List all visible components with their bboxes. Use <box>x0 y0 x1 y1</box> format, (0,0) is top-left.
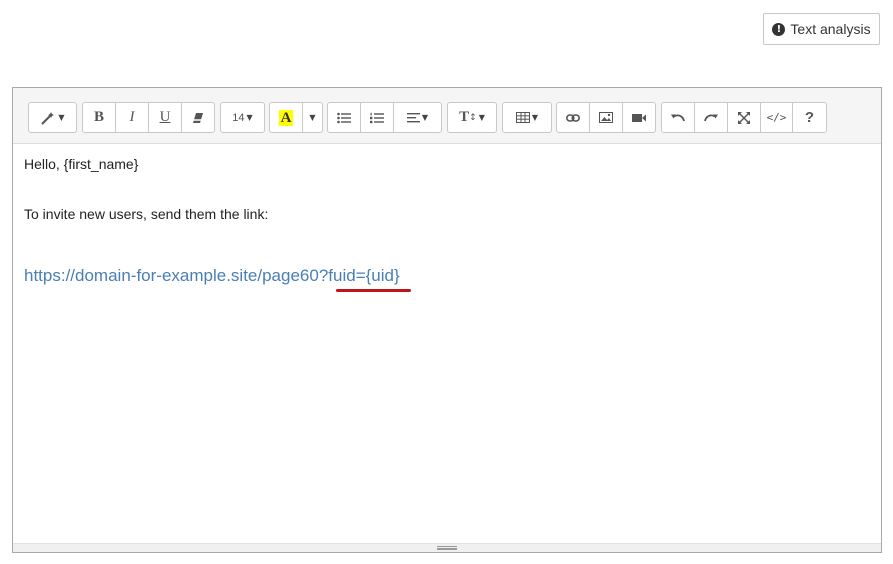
font-size-group: 14 ▼ <box>220 102 265 133</box>
chevron-down-icon: ▼ <box>246 113 253 122</box>
align-dropdown[interactable]: ▼ <box>394 103 441 132</box>
spellcheck-underline <box>336 289 411 292</box>
color-group: A ▼ <box>269 102 323 133</box>
underline-button[interactable]: U <box>149 103 182 132</box>
invite-link[interactable]: https://domain-for-example.site/page60?f… <box>24 266 400 286</box>
insert-group <box>556 102 656 133</box>
ordered-list-icon <box>370 112 384 123</box>
resize-bar[interactable] <box>13 543 881 552</box>
italic-button[interactable]: I <box>116 103 149 132</box>
text-analysis-button[interactable]: ! Text analysis <box>763 13 880 45</box>
history-group: </> ? <box>661 102 827 133</box>
redo-button[interactable] <box>695 103 728 132</box>
code-view-button[interactable]: </> <box>761 103 793 132</box>
link-button[interactable] <box>557 103 590 132</box>
font-size-value: 14 <box>232 111 245 124</box>
ordered-list-button[interactable] <box>361 103 394 132</box>
help-icon: ? <box>804 109 815 126</box>
text-analysis-label: Text analysis <box>790 21 871 37</box>
greeting-text: Hello, {first_name} <box>24 156 139 172</box>
video-icon <box>632 113 646 122</box>
table-dropdown[interactable]: ▼ <box>503 103 551 132</box>
chevron-down-icon: ▼ <box>58 113 65 122</box>
redo-icon <box>704 114 718 122</box>
chevron-down-icon: ▼ <box>531 113 539 122</box>
font-color-dropdown[interactable]: ▼ <box>303 103 322 132</box>
unordered-list-icon <box>337 112 351 123</box>
image-button[interactable] <box>590 103 623 132</box>
undo-button[interactable] <box>662 103 695 132</box>
chevron-down-icon: ▼ <box>309 113 316 122</box>
bold-icon: B <box>93 109 104 125</box>
style-group: ▼ <box>28 102 77 133</box>
instruction-text: To invite new users, send them the link: <box>24 206 269 222</box>
bold-button[interactable]: B <box>83 103 116 132</box>
link-icon <box>566 113 580 122</box>
image-icon <box>599 112 613 123</box>
help-button[interactable]: ? <box>793 103 826 132</box>
table-group: ▼ <box>502 102 552 133</box>
fullscreen-button[interactable] <box>728 103 761 132</box>
info-circle-icon: ! <box>772 22 786 36</box>
rich-text-editor: ▼ B I U 14 ▼ A ▼ ▼ T ↕ ▼ ▼ </> ? Hello, … <box>12 87 882 553</box>
video-button[interactable] <box>623 103 655 132</box>
underline-icon: U <box>159 109 171 125</box>
chevron-down-icon: ▼ <box>478 113 485 122</box>
font-color-button[interactable]: A <box>270 103 303 132</box>
editor-toolbar: ▼ B I U 14 ▼ A ▼ ▼ T ↕ ▼ ▼ </> ? <box>13 88 881 144</box>
resize-grip-icon <box>437 546 457 550</box>
line-height-dropdown[interactable]: T ↕ ▼ <box>448 103 496 132</box>
style-button[interactable]: ▼ <box>29 103 76 132</box>
italic-icon: I <box>129 109 135 125</box>
font-size-dropdown[interactable]: 14 ▼ <box>221 103 264 132</box>
line-height-icon: T <box>459 109 470 125</box>
table-icon <box>515 112 530 123</box>
align-icon <box>406 113 420 123</box>
undo-icon <box>671 114 685 122</box>
remove-format-button[interactable] <box>182 103 214 132</box>
font-style-group: B I U <box>82 102 215 133</box>
unordered-list-button[interactable] <box>328 103 361 132</box>
magic-style-icon <box>41 111 55 125</box>
eraser-icon <box>193 112 203 123</box>
font-color-icon: A <box>278 109 294 126</box>
code-view-icon: </> <box>766 111 787 124</box>
arrows-updown-icon: ↕ <box>469 112 477 123</box>
line-height-group: T ↕ ▼ <box>447 102 497 133</box>
fullscreen-icon <box>738 111 750 124</box>
paragraph-group: ▼ <box>327 102 442 133</box>
chevron-down-icon: ▼ <box>421 113 429 122</box>
